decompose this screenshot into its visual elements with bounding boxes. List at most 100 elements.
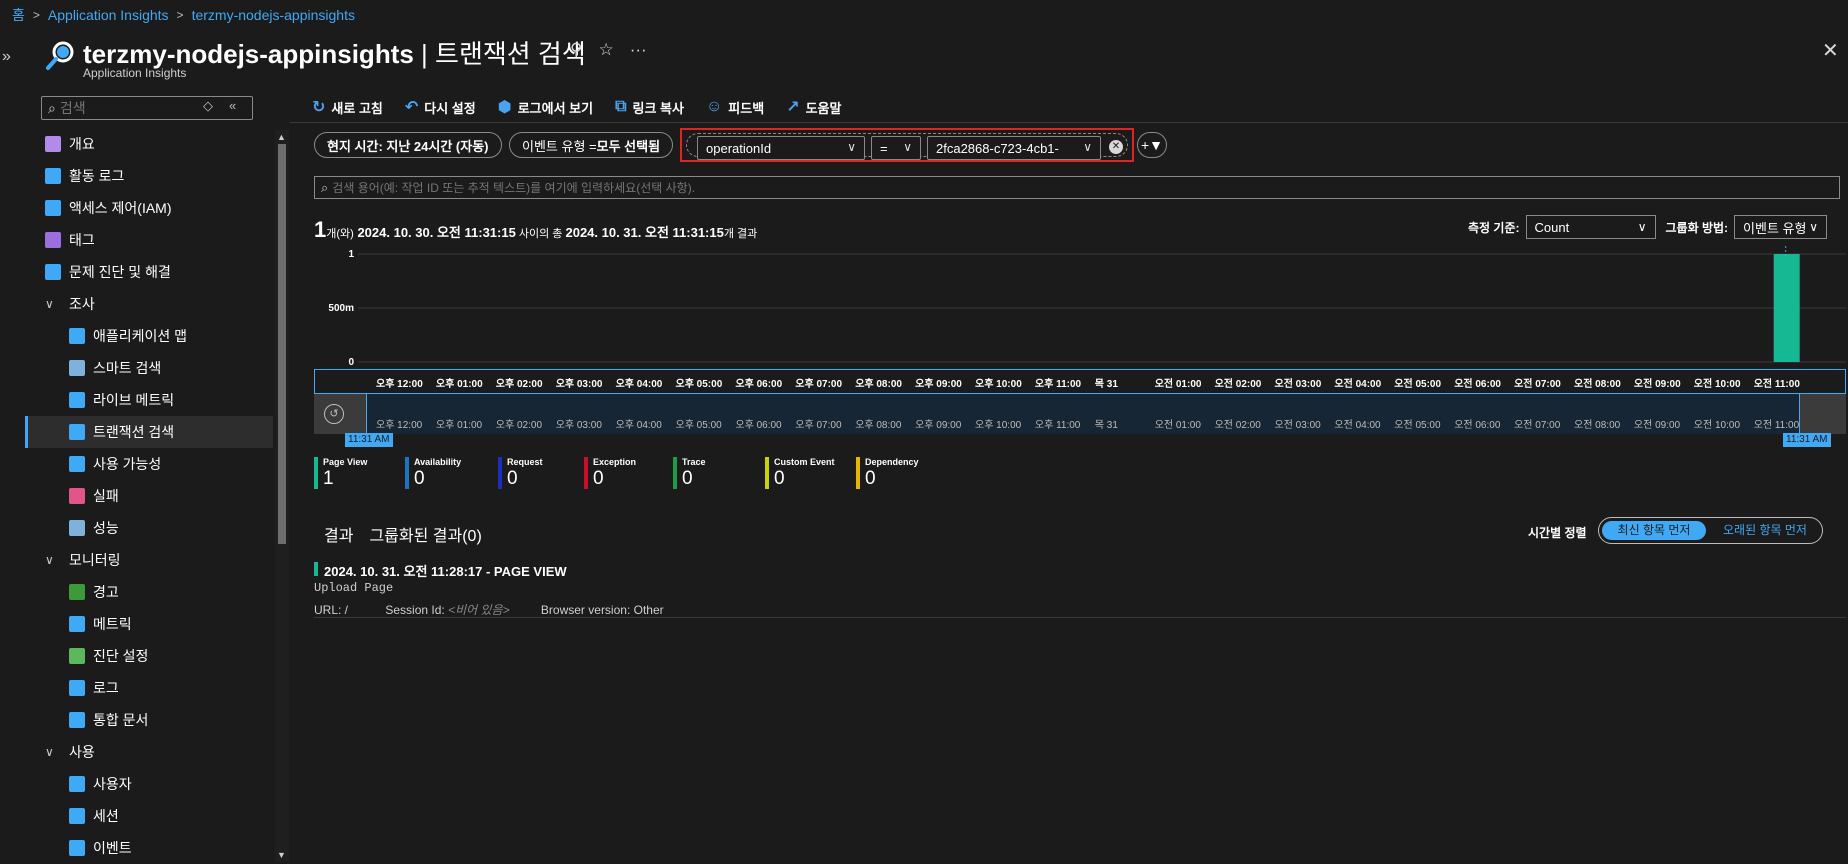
- external-link-icon: ↗: [786, 99, 800, 116]
- breadcrumb-app-insights[interactable]: Application Insights: [48, 7, 169, 23]
- event-chart: 1 500m 0: [314, 246, 1846, 370]
- filter-value-select[interactable]: 2fca2868-c723-4cb1- ∨: [927, 136, 1101, 160]
- sidebar-item-label: 트랜잭션 검색: [93, 424, 175, 440]
- sidebar-item-7[interactable]: 스마트 검색: [25, 352, 273, 384]
- sidebar-item-8[interactable]: 라이브 메트릭: [25, 384, 273, 416]
- pin-icon[interactable]: ⚲: [570, 40, 582, 60]
- sidebar-item-11[interactable]: 실패: [25, 480, 273, 512]
- sidebar-scrollbar[interactable]: ▲ ▼: [275, 130, 289, 862]
- chevron-down-icon: ∨: [1637, 220, 1647, 234]
- sidebar-item-22[interactable]: 이벤트: [25, 832, 273, 864]
- sort-newest-button[interactable]: 최신 항목 먼저: [1602, 521, 1706, 540]
- sidebar-item-label: 활동 로그: [69, 168, 125, 184]
- chevron-down-icon: ∨: [45, 297, 54, 311]
- sidebar-item-2[interactable]: 액세스 제어(IAM): [25, 192, 273, 224]
- collapse-sidebar-icon[interactable]: «: [229, 98, 236, 113]
- scroll-up-icon[interactable]: ▲: [277, 132, 286, 142]
- brush-tick-label: 오후 10:00: [975, 420, 1022, 431]
- breadcrumb-home[interactable]: 홈: [12, 5, 25, 25]
- filter-operator-select[interactable]: = ∨: [871, 136, 921, 160]
- legend-value: 0: [593, 468, 604, 489]
- sidebar-item-0[interactable]: 개요: [25, 128, 273, 160]
- expand-menu-icon[interactable]: »: [2, 48, 16, 66]
- sidebar-item-12[interactable]: 성능: [25, 512, 273, 544]
- time-range-pill[interactable]: 현지 시간: 지난 24시간 (자동): [314, 132, 502, 158]
- user-icon: [69, 776, 85, 792]
- result-title[interactable]: 2024. 10. 31. 오전 11:28:17 - PAGE VIEW: [324, 561, 567, 580]
- sort-icon[interactable]: ◇: [203, 98, 213, 114]
- x-tick-label: 목 31: [1094, 379, 1118, 390]
- legend-name: Exception: [593, 457, 637, 467]
- x-tick-label: 오후 04:00: [615, 379, 663, 390]
- sidebar-item-6[interactable]: 애플리케이션 맵: [25, 320, 273, 352]
- sidebar-item-10[interactable]: 사용 가능성: [25, 448, 273, 480]
- close-icon[interactable]: ✕: [1822, 38, 1839, 63]
- scroll-down-icon[interactable]: ▼: [277, 850, 286, 860]
- brush-tick-label: 오후 07:00: [795, 420, 842, 431]
- sidebar-item-19[interactable]: ∨ 사용: [25, 736, 273, 768]
- sidebar-item-3[interactable]: 태그: [25, 224, 273, 256]
- scrollbar-thumb[interactable]: [278, 144, 286, 544]
- sidebar-item-18[interactable]: 통합 문서: [25, 704, 273, 736]
- refresh-button[interactable]: ↻ 새로 고침: [312, 97, 383, 117]
- time-brush[interactable]: 오후 12:00 오후 01:00 오후 02:00 오후 03:00 오후 04:00…: [314, 394, 1846, 434]
- sidebar-item-4[interactable]: 문제 진단 및 해결: [25, 256, 273, 288]
- globe-icon: [69, 456, 85, 472]
- sidebar-item-13[interactable]: ∨ 모니터링: [25, 544, 273, 576]
- x-tick-label: 오후 12:00: [376, 379, 423, 390]
- tab-grouped-results[interactable]: 그룹화된 결과(0): [369, 522, 481, 546]
- legend-value: 0: [682, 468, 693, 489]
- result-item[interactable]: 2024. 10. 31. 오전 11:28:17 - PAGE VIEW Up…: [314, 560, 1846, 618]
- add-filter-icon[interactable]: +▼: [1137, 132, 1167, 158]
- sidebar-item-17[interactable]: 로그: [25, 672, 273, 704]
- star-icon[interactable]: ☆: [598, 40, 613, 60]
- sidebar-item-21[interactable]: 세션: [25, 800, 273, 832]
- ellipsis-icon[interactable]: ···: [630, 40, 647, 60]
- results-summary: 1개(와) 2024. 10. 30. 오전 11:31:15 사이의 총 20…: [314, 217, 758, 242]
- workbook-icon: [69, 712, 85, 728]
- feedback-button[interactable]: ☺ 피드백: [706, 98, 764, 117]
- sidebar-menu: 개요활동 로그액세스 제어(IAM) 태그 문제 진단 및 해결 ∨ 조사 애플리케이션 …: [25, 128, 273, 864]
- y-tick-label: 0: [348, 357, 354, 368]
- sidebar-item-15[interactable]: 메트릭: [25, 608, 273, 640]
- event-type-pill[interactable]: 이벤트 유형 = 모두 선택됨: [509, 132, 674, 158]
- breadcrumb-resource[interactable]: terzmy-nodejs-appinsights: [192, 7, 355, 23]
- failures-icon: [69, 488, 85, 504]
- sidebar-item-9[interactable]: 트랜잭션 검색: [25, 416, 273, 448]
- search-icon: ⌕: [321, 179, 329, 195]
- measure-select[interactable]: Count ∨: [1525, 215, 1656, 239]
- chevron-right-icon: >: [32, 8, 40, 22]
- x-tick-label: 오전 07:00: [1514, 379, 1561, 390]
- view-in-logs-button[interactable]: ⬢ 로그에서 보기: [498, 97, 593, 117]
- help-button[interactable]: ↗ 도움말: [786, 97, 841, 117]
- brush-tick-label: 오전 10:00: [1693, 420, 1740, 431]
- search-input[interactable]: [332, 180, 1813, 195]
- brush-end-label[interactable]: 11:31 AM: [1783, 433, 1831, 447]
- chevron-down-icon: ∨: [45, 553, 54, 567]
- brush-selection[interactable]: 오후 12:00 오후 01:00 오후 02:00 오후 03:00 오후 04:00…: [366, 394, 1800, 434]
- sidebar-item-20[interactable]: 사용자: [25, 768, 273, 800]
- chart-bar[interactable]: [1773, 254, 1800, 362]
- clear-filter-icon[interactable]: ✕: [1109, 140, 1123, 154]
- sidebar-item-label: 통합 문서: [93, 712, 149, 728]
- tab-results[interactable]: 결과: [324, 522, 353, 546]
- sidebar-item-5[interactable]: ∨ 조사: [25, 288, 273, 320]
- brush-tick-label: 오전 09:00: [1633, 420, 1681, 431]
- chevron-down-icon: ∨: [1083, 140, 1092, 154]
- reset-button[interactable]: ↶ 다시 설정: [405, 97, 476, 117]
- filter-field-select[interactable]: operationId ∨: [697, 136, 865, 160]
- chevron-right-icon: >: [176, 8, 184, 22]
- timeline-axis: 오후 12:00 오후 01:00 오후 02:00 오후 03:00 오후 04:00…: [314, 369, 1846, 394]
- sidebar-search[interactable]: ⌕: [41, 96, 253, 120]
- brush-tick-label: 오후 03:00: [555, 420, 602, 431]
- sidebar-item-14[interactable]: 경고: [25, 576, 273, 608]
- brush-start-label[interactable]: 11:31 AM: [345, 433, 393, 447]
- sidebar-item-1[interactable]: 활동 로그: [25, 160, 273, 192]
- sort-oldest-button[interactable]: 오래된 항목 먼저: [1711, 521, 1819, 540]
- search-box[interactable]: ⌕: [314, 176, 1840, 199]
- groupby-select[interactable]: 이벤트 유형 ∨: [1734, 215, 1828, 239]
- sidebar-item-16[interactable]: 진단 설정: [25, 640, 273, 672]
- reset-zoom-icon[interactable]: ↺: [324, 404, 344, 424]
- copy-link-button[interactable]: ⧉ 링크 복사: [615, 98, 684, 117]
- wrench-icon: [45, 264, 61, 280]
